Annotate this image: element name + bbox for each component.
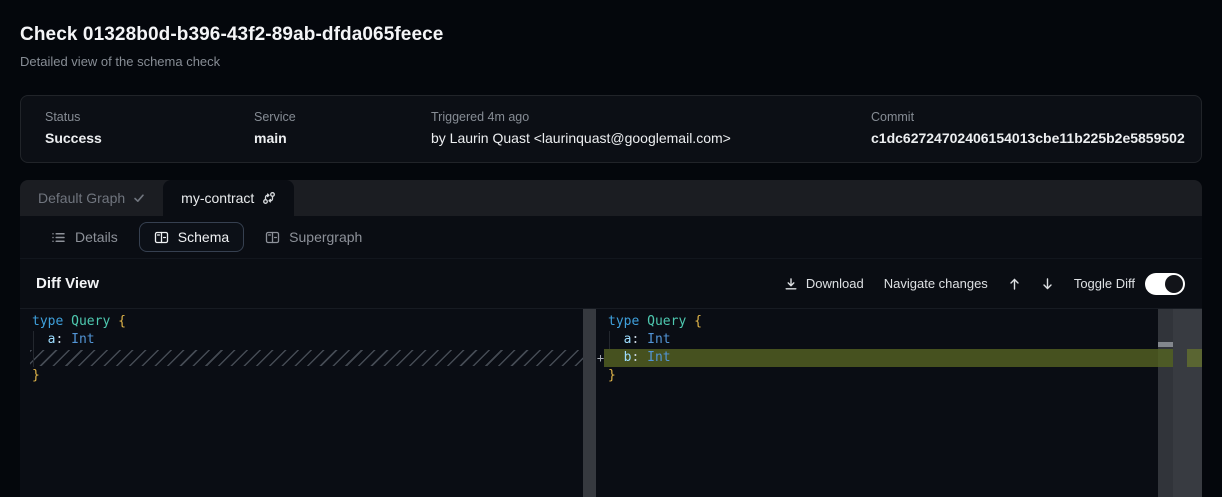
- code-line: }: [20, 367, 583, 385]
- code-line: }: [596, 367, 1158, 385]
- columns-icon: [154, 230, 169, 245]
- toggle-diff-group: Toggle Diff: [1074, 273, 1185, 295]
- diff-editor-modified-pane[interactable]: type Query { a: Int+ b: Int}: [596, 309, 1158, 497]
- code-line: type Query {: [596, 313, 1158, 331]
- meta-service: Service main: [254, 110, 431, 146]
- next-change-button[interactable]: [1041, 277, 1054, 291]
- schema-check-page: Check 01328b0d-b396-43f2-89ab-dfda065fee…: [0, 0, 1222, 497]
- code-line-added: + b: Int: [596, 349, 1158, 367]
- view-tab-label: Details: [75, 229, 118, 245]
- status-label: Status: [45, 110, 254, 124]
- download-button[interactable]: Download: [784, 276, 864, 291]
- graph-tab-label: Default Graph: [38, 190, 125, 206]
- triggered-label: Triggered 4m ago: [431, 110, 871, 124]
- triggered-value: by Laurin Quast <laurinquast@googlemail.…: [431, 130, 871, 146]
- tab-schema[interactable]: Schema: [139, 222, 244, 252]
- tab-default-graph[interactable]: Default Graph: [20, 180, 163, 216]
- view-tabstrip: Details Schema Supergraph: [20, 216, 1202, 258]
- arrow-up-icon: [1008, 277, 1021, 291]
- diff-filler-line: [20, 349, 583, 367]
- page-header: Check 01328b0d-b396-43f2-89ab-dfda065fee…: [20, 24, 443, 69]
- schema-diff-editor: type Query { a: Int} type Query { a: Int…: [20, 308, 1202, 497]
- check-detail-panel: Default Graph my-contract: [20, 180, 1202, 497]
- diff-editor-original-pane[interactable]: type Query { a: Int}: [20, 309, 583, 497]
- tab-supergraph[interactable]: Supergraph: [250, 222, 377, 252]
- diff-overview-ruler[interactable]: [1158, 309, 1173, 497]
- code-line: a: Int: [596, 331, 1158, 349]
- service-value: main: [254, 130, 431, 146]
- diff-toolbar: Download Navigate changes Toggle Diff: [784, 273, 1185, 295]
- added-line-overview-marker: [1158, 349, 1173, 367]
- meta-triggered: Triggered 4m ago by Laurin Quast <laurin…: [431, 110, 871, 146]
- commit-label: Commit: [871, 110, 1201, 124]
- diff-view-title: Diff View: [36, 275, 99, 292]
- tab-my-contract[interactable]: my-contract: [163, 180, 294, 216]
- download-label: Download: [806, 276, 864, 291]
- page-title: Check 01328b0d-b396-43f2-89ab-dfda065fee…: [20, 24, 443, 46]
- page-subtitle: Detailed view of the schema check: [20, 54, 443, 69]
- arrow-down-icon: [1041, 277, 1054, 291]
- check-icon: [133, 192, 145, 204]
- overview-slider: [1158, 342, 1173, 347]
- toggle-diff-label: Toggle Diff: [1074, 276, 1135, 291]
- graph-tab-label: my-contract: [181, 190, 254, 206]
- previous-change-button[interactable]: [1008, 277, 1021, 291]
- commit-value: c1dc62724702406154013cbe11b225b2e5859502: [871, 130, 1201, 146]
- list-icon: [51, 230, 66, 245]
- code-line: type Query {: [20, 313, 583, 331]
- original-pane-scrollbar[interactable]: [583, 309, 596, 497]
- toggle-diff-switch[interactable]: [1145, 273, 1185, 295]
- status-value: Success: [45, 130, 254, 146]
- git-compare-icon: [262, 191, 276, 205]
- graph-tabstrip: Default Graph my-contract: [20, 180, 1202, 216]
- navigate-changes-label: Navigate changes: [884, 276, 988, 291]
- service-label: Service: [254, 110, 431, 124]
- code-line: a: Int: [20, 331, 583, 349]
- check-meta-card: Status Success Service main Triggered 4m…: [20, 95, 1202, 163]
- view-tab-label: Schema: [178, 229, 229, 245]
- columns-icon: [265, 230, 280, 245]
- meta-status: Status Success: [45, 110, 254, 146]
- tab-details[interactable]: Details: [36, 222, 133, 252]
- meta-commit: Commit c1dc62724702406154013cbe11b225b2e…: [871, 110, 1201, 146]
- switch-knob: [1165, 275, 1183, 293]
- view-tab-label: Supergraph: [289, 229, 362, 245]
- added-line-scrollbar-marker: [1187, 349, 1202, 367]
- download-icon: [784, 277, 798, 291]
- diff-view-header: Diff View Download Navigate changes: [20, 258, 1202, 308]
- modified-pane-scrollbar[interactable]: [1173, 309, 1202, 497]
- added-line-marker: +: [596, 349, 605, 367]
